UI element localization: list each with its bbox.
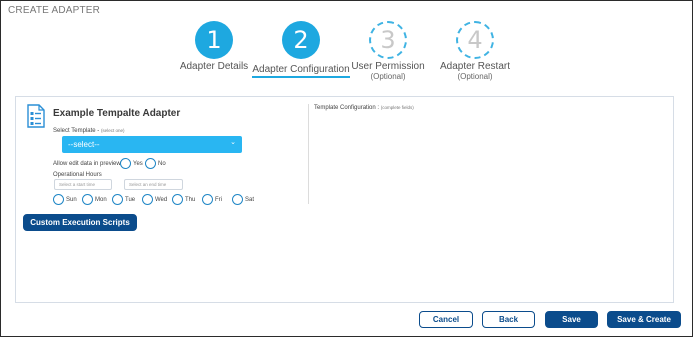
day-radio-wed[interactable] — [142, 194, 153, 205]
day-label-tue: Tue — [125, 197, 136, 203]
template-configuration-text: Template Configuration — [314, 105, 376, 111]
step-label: Adapter Details — [179, 61, 249, 72]
step-adapter-restart[interactable]: 4 Adapter Restart (Optional) — [425, 21, 525, 81]
adapter-name-heading: Example Tempalte Adapter — [53, 108, 181, 119]
day-radio-thu[interactable] — [172, 194, 183, 205]
template-configuration-label: Template Configuration : (complete field… — [314, 105, 414, 111]
operational-hours-label: Operational Hours — [53, 172, 102, 178]
step-user-permission[interactable]: 3 User Permission (Optional) — [338, 21, 438, 81]
start-time-input[interactable]: Select a start time — [54, 179, 112, 190]
template-configuration-hint: (complete fields) — [380, 105, 414, 110]
allow-edit-label: Allow edit data in preview — [53, 161, 121, 167]
create-adapter-window: CREATE ADAPTER 1 Adapter Details 2 Adapt… — [0, 0, 693, 337]
cancel-button[interactable]: Cancel — [419, 311, 473, 328]
day-radio-tue[interactable] — [112, 194, 123, 205]
window-title: CREATE ADAPTER — [8, 5, 101, 16]
template-select[interactable]: --select-- ⌄ — [62, 136, 242, 153]
step-adapter-configuration[interactable]: 2 Adapter Configuration — [251, 21, 351, 78]
day-label-mon: Mon — [95, 197, 107, 203]
allow-edit-no-radio[interactable] — [145, 158, 156, 169]
step-number-4: 4 — [456, 21, 494, 59]
step-number-3: 3 — [369, 21, 407, 59]
step-label: Adapter Restart — [439, 61, 511, 72]
step-optional-tag: (Optional) — [370, 72, 406, 81]
day-label-wed: Wed — [155, 197, 168, 203]
allow-edit-yes-label: Yes — [133, 161, 143, 167]
document-form-icon — [27, 104, 45, 128]
select-template-label: Select Template - (select one) — [53, 128, 125, 134]
save-button[interactable]: Save — [545, 311, 598, 328]
panel-divider — [308, 104, 309, 204]
step-label: Adapter Configuration — [252, 64, 350, 78]
day-radio-sat[interactable] — [232, 194, 243, 205]
step-adapter-details[interactable]: 1 Adapter Details — [164, 21, 264, 72]
day-label-sun: Sun — [66, 197, 77, 203]
chevron-down-icon: ⌄ — [230, 139, 236, 146]
day-label-fri: Fri — [215, 197, 222, 203]
step-number-2: 2 — [282, 21, 320, 59]
step-label: User Permission — [351, 61, 425, 72]
day-radio-mon[interactable] — [82, 194, 93, 205]
select-template-text: Select Template — [53, 128, 96, 134]
step-number-1: 1 — [195, 21, 233, 59]
end-time-input[interactable]: Select an end time — [124, 179, 183, 190]
allow-edit-no-label: No — [158, 161, 166, 167]
template-select-value: --select-- — [68, 140, 100, 149]
custom-execution-scripts-button[interactable]: Custom Execution Scripts — [23, 214, 137, 231]
day-label-sat: Sat — [245, 197, 255, 203]
day-label-thu: Thu — [185, 197, 196, 203]
step-optional-tag: (Optional) — [457, 72, 493, 81]
day-radio-fri[interactable] — [202, 194, 213, 205]
allow-edit-yes-radio[interactable] — [120, 158, 131, 169]
select-template-hint: (select one) — [100, 128, 125, 133]
save-and-create-button[interactable]: Save & Create — [607, 311, 681, 328]
day-radio-sun[interactable] — [53, 194, 64, 205]
back-button[interactable]: Back — [482, 311, 535, 328]
